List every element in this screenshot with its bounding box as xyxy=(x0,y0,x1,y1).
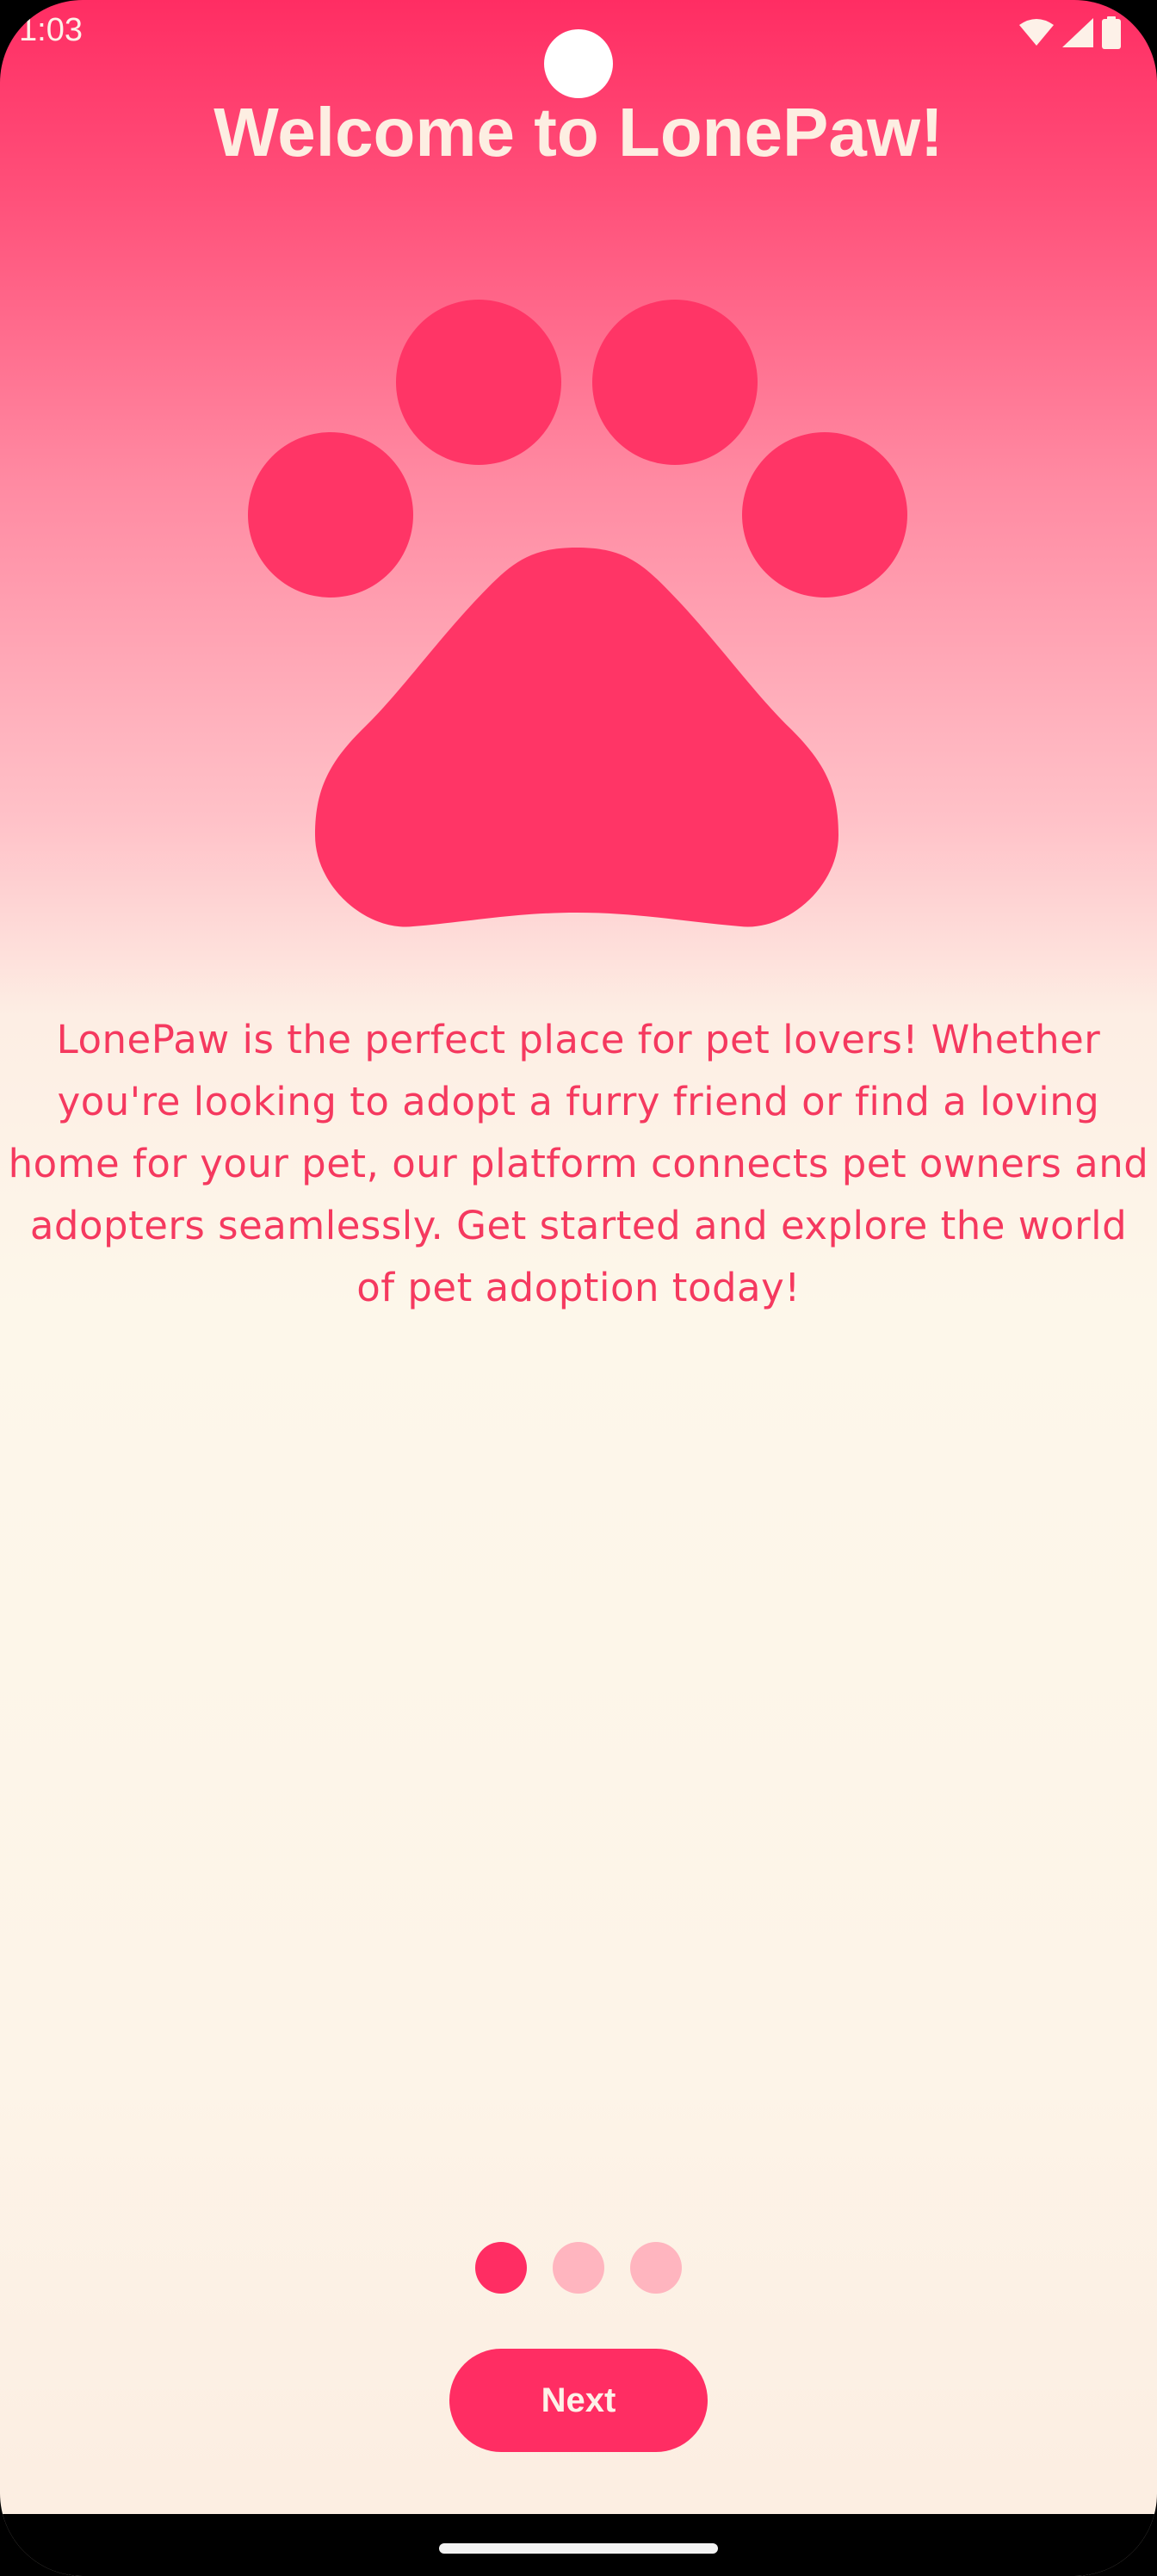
welcome-title: Welcome to LonePaw! xyxy=(213,94,944,170)
battery-icon xyxy=(1102,16,1121,49)
camera-cutout xyxy=(544,29,613,98)
onboarding-screen: 1:03 Welcome to LonePaw! LonePaw is the … xyxy=(0,0,1157,2576)
intro-description: LonePaw is the perfect place for pet lov… xyxy=(8,1017,1149,1310)
page-indicator-dot xyxy=(553,2242,604,2294)
gesture-handle[interactable] xyxy=(439,2543,718,2554)
page-indicator-dot xyxy=(630,2242,682,2294)
wifi-icon xyxy=(1019,19,1054,46)
page-indicator-dot-active xyxy=(475,2242,527,2294)
status-icons xyxy=(1019,15,1121,50)
status-time: 1:03 xyxy=(19,12,83,48)
paw-print-icon xyxy=(248,300,907,927)
cellular-signal-icon xyxy=(1062,18,1093,47)
next-button[interactable]: Next xyxy=(449,2349,708,2452)
page-indicator xyxy=(0,2242,1157,2294)
